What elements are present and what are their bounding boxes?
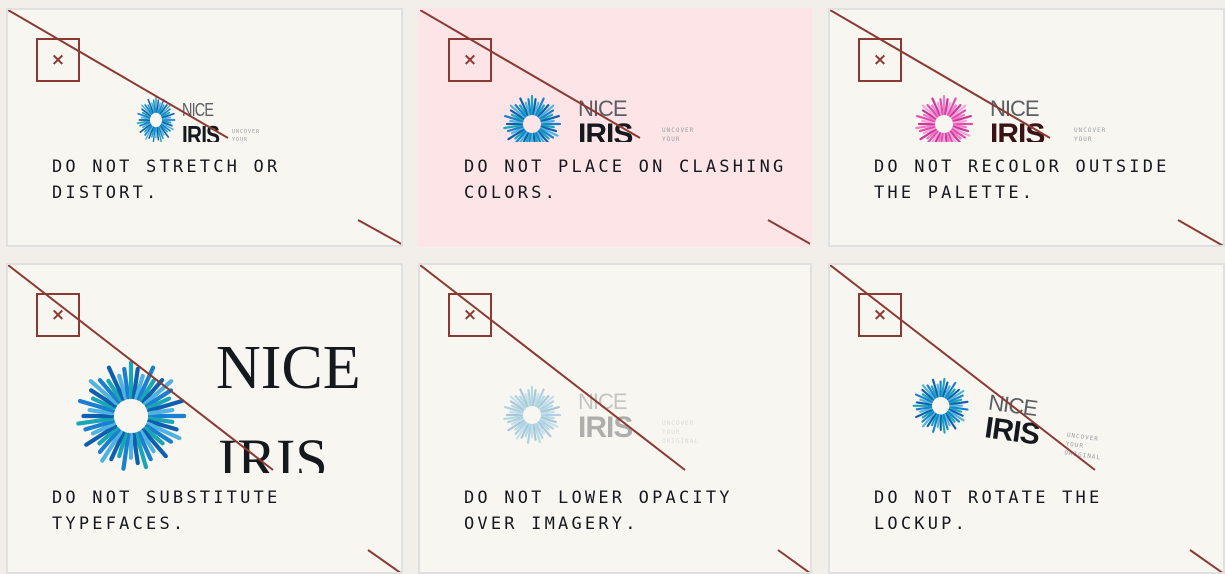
logo-lockup: NICE IRIS xyxy=(68,335,388,473)
logo-word-iris: IRIS xyxy=(218,427,328,473)
misuse-caption: DO NOT STRETCH OR DISTORT. xyxy=(52,157,281,203)
logo-tagline: UNCOVER YOUR ORIGINAL xyxy=(662,420,699,445)
misuse-card-clashing-colors: × NICE IRIS UNCOVER YOUR DO NOT PLACE ON … xyxy=(418,8,812,247)
iris-mark-icon xyxy=(136,96,176,142)
logo-lockup: NICE IRIS UNCOVER YOUR ORIGINAL xyxy=(905,373,1134,483)
close-icon: × xyxy=(36,293,80,337)
logo-word-nice: NICE xyxy=(182,100,214,120)
misuse-card-stretch: × NICE IRIS UNCOVER YOUR DO NOT STRETCH O… xyxy=(6,8,403,247)
logo-tagline: UNCOVER YOUR xyxy=(232,129,261,142)
logo-misuse-grid: × NICE IRIS UNCOVER YOUR DO NOT STRETCH O… xyxy=(0,0,1225,574)
logo-tagline: UNCOVER YOUR xyxy=(662,127,695,142)
logo-word-iris: IRIS xyxy=(990,118,1045,142)
logo-lockup: NICE IRIS UNCOVER YOUR xyxy=(498,90,718,142)
misuse-caption: DO NOT PLACE ON CLASHING COLORS. xyxy=(464,157,787,203)
logo-lockup: NICE IRIS UNCOVER YOUR xyxy=(128,90,268,142)
misuse-caption: DO NOT LOWER OPACITY OVER IMAGERY. xyxy=(464,488,733,534)
iris-mark-icon xyxy=(915,94,974,142)
misuse-caption: DO NOT ROTATE THE LOCKUP. xyxy=(874,488,1103,534)
iris-mark-icon xyxy=(912,377,969,434)
close-icon: × xyxy=(858,293,902,337)
logo-lockup: NICE IRIS UNCOVER YOUR ORIGINAL xyxy=(500,383,720,453)
close-icon: × xyxy=(448,38,492,82)
close-icon: × xyxy=(36,38,80,82)
logo-lockup: NICE IRIS UNCOVER YOUR xyxy=(910,90,1130,142)
logo-word-nice: NICE xyxy=(216,335,361,402)
iris-mark-icon xyxy=(503,385,562,444)
logo-tagline: UNCOVER YOUR ORIGINAL xyxy=(1063,431,1102,462)
misuse-card-recolor: × NICE IRIS UNCOVER YOUR DO NOT RECOLOR O… xyxy=(828,8,1225,247)
iris-mark-icon xyxy=(503,94,562,142)
misuse-caption: DO NOT RECOLOR OUTSIDE THE PALETTE. xyxy=(874,157,1170,203)
logo-word-iris: IRIS xyxy=(982,411,1042,452)
misuse-card-typefaces: × NICE IRIS DO NOT SUBSTITUTE TYPEFACES. xyxy=(6,263,403,574)
logo-word-iris: IRIS xyxy=(182,120,220,142)
misuse-caption: DO NOT SUBSTITUTE TYPEFACES. xyxy=(52,488,281,534)
iris-mark-icon xyxy=(76,360,187,471)
misuse-card-rotate: × NICE IRIS UNCOVER YOUR ORIGINAL DO NOT R… xyxy=(828,263,1225,574)
logo-word-iris: IRIS xyxy=(578,411,633,444)
logo-word-iris: IRIS xyxy=(578,118,633,142)
logo-tagline: UNCOVER YOUR xyxy=(1074,127,1107,142)
close-icon: × xyxy=(858,38,902,82)
close-icon: × xyxy=(448,293,492,337)
misuse-card-opacity: × NICE IRIS UNCOVER YOUR ORIGINAL DO NOT L… xyxy=(418,263,812,574)
